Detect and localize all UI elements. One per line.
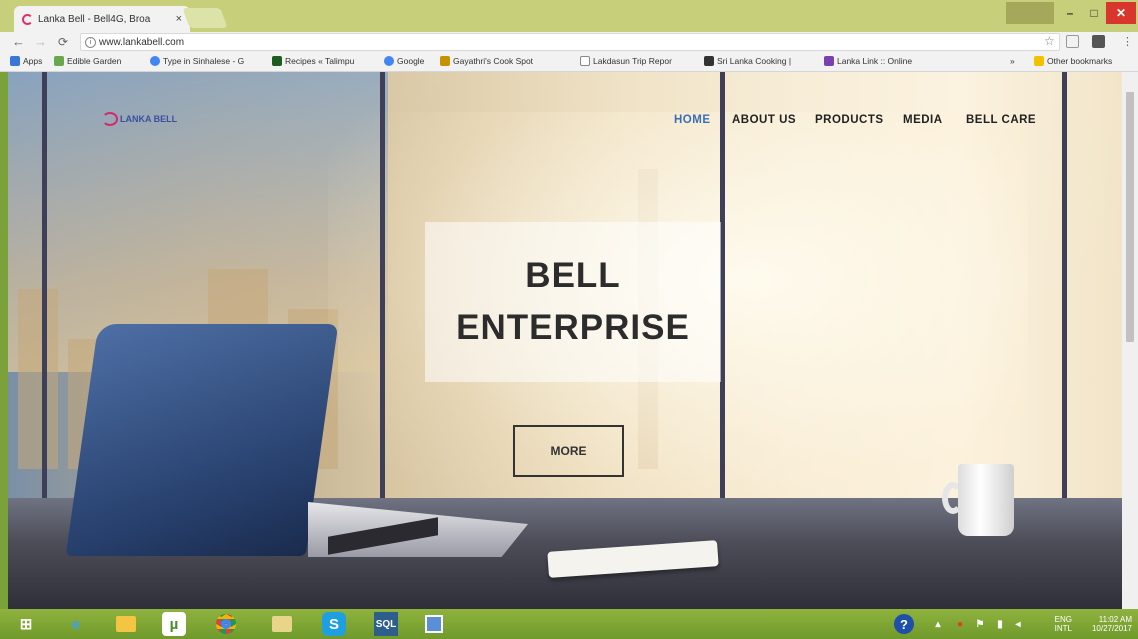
page-icon [580,56,590,66]
clock[interactable]: 11:02 AM 10/27/2017 [1078,615,1132,633]
notepad-icon[interactable] [420,612,448,636]
more-button[interactable]: MORE [513,425,624,477]
nav-bell-care[interactable]: BELL CARE [966,114,1036,126]
chrome-icon[interactable] [212,612,240,636]
skype-icon[interactable]: S [322,612,346,636]
reload-icon[interactable]: ⟳ [58,35,68,49]
site-logo[interactable]: LANKA BELL [102,112,177,126]
web-page: LANKA BELL HOME ABOUT US PRODUCTS MEDIA … [8,72,1130,609]
folder-icon [1034,56,1044,66]
browser-toolbar: ← → ⟳ i www.lankabell.com ☆ ⋮ [0,32,1138,52]
sql-icon[interactable]: SQL [374,612,398,636]
page-scrollbar[interactable] [1122,72,1138,609]
bookmark-favicon-icon [824,56,834,66]
extension-badge-icon[interactable] [1092,35,1105,48]
tab-title: Lanka Bell - Bell4G, Broa [38,13,151,25]
help-icon[interactable]: ? [894,614,914,634]
logo-text: LANKA BELL [120,114,178,124]
new-tab-button[interactable] [182,8,228,28]
nav-about-us[interactable]: ABOUT US [732,114,796,126]
tab-close-icon[interactable]: × [176,13,182,25]
volume-icon[interactable]: ◂ [1004,612,1032,636]
logo-swirl-icon [102,112,118,126]
bookmark-favicon-icon [704,56,714,66]
extension-icon[interactable] [1066,35,1079,48]
bookmark-star-icon[interactable]: ☆ [1044,34,1055,48]
bookmark-favicon-icon [150,56,160,66]
user-profile-button[interactable] [1006,2,1054,24]
nav-home[interactable]: HOME [674,114,711,126]
bookmarks-bar: Apps Edible Garden Type in Sinhalese - G… [0,52,1138,72]
bookmark-favicon-icon [54,56,64,66]
language-indicator[interactable]: ENG INTL [1044,615,1072,633]
site-favicon-icon [22,13,33,25]
scrollbar-thumb[interactable] [1126,92,1134,342]
more-bookmarks-icon[interactable]: » [1010,56,1015,66]
ie-icon[interactable]: e [62,612,90,636]
hero-title-line1: BELL [525,256,621,295]
maximize-button[interactable]: □ [1082,2,1106,24]
bookmark-item[interactable]: Sri Lanka Cooking | [704,56,791,66]
back-icon[interactable]: ← [12,34,25,49]
site-info-icon[interactable]: i [85,37,96,48]
bookmark-favicon-icon [384,56,394,66]
laptop-image [65,324,339,556]
forward-icon[interactable]: → [34,34,47,49]
windows-taskbar: ⊞ e µ S SQL ? ▴ ● ⚑ ▮ ◂ ENG INTL 11:02 AM… [0,609,1138,639]
other-bookmarks[interactable]: Other bookmarks [1034,56,1112,66]
bookmark-favicon-icon [440,56,450,66]
bookmark-item[interactable]: Lanka Link :: Online [824,56,912,66]
chrome-menu-icon[interactable]: ⋮ [1122,35,1133,48]
bookmark-item[interactable]: Google [384,56,424,66]
window-frame [1062,72,1067,502]
bookmark-item[interactable]: Lakdasun Trip Repor [580,56,672,66]
bookmark-favicon-icon [272,56,282,66]
window-frame [42,72,47,502]
url-text: www.lankabell.com [99,36,185,48]
hero-title-line2: ENTERPRISE [456,308,690,347]
hero-title: BELL ENTERPRISE [425,250,721,354]
bookmark-item[interactable]: Gayathri's Cook Spot [440,56,533,66]
bookmark-item[interactable]: Recipes « Talimpu [272,56,354,66]
building [18,289,58,469]
bookmark-item[interactable]: Type in Sinhalese - G [150,56,244,66]
address-bar[interactable]: i www.lankabell.com [80,33,1060,51]
file-explorer-icon[interactable] [112,612,140,636]
window-frame [380,72,385,502]
nav-products[interactable]: PRODUCTS [815,114,884,126]
nav-media[interactable]: MEDIA [903,114,943,126]
library-icon[interactable] [268,612,296,636]
minimize-button[interactable]: – [1058,2,1082,24]
close-window-button[interactable]: ✕ [1106,2,1136,24]
apps-grid-icon [10,56,20,66]
start-icon[interactable]: ⊞ [12,612,40,636]
coffee-mug-image [958,464,1014,536]
browser-tab[interactable]: Lanka Bell - Bell4G, Broa × [14,6,190,32]
utorrent-icon[interactable]: µ [162,612,186,636]
browser-titlebar: Lanka Bell - Bell4G, Broa × – □ ✕ [0,0,1138,32]
bookmark-item[interactable]: Edible Garden [54,56,121,66]
bookmark-apps[interactable]: Apps [10,56,42,66]
